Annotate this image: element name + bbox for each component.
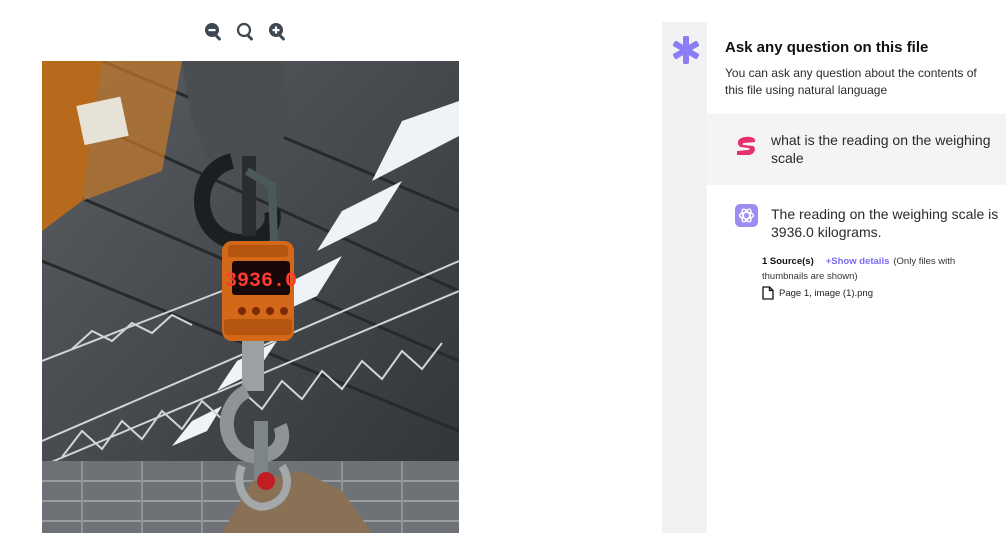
zoom-toolbar	[204, 22, 288, 42]
chat-panel: Ask any question on this file You can as…	[707, 22, 1006, 533]
source-file-item[interactable]: Page 1, image (1).png	[762, 286, 873, 300]
image-viewer[interactable]: 3936.0	[42, 61, 459, 533]
sources-info: 1 Source(s) +Show details (Only files with…	[762, 254, 1002, 284]
chat-title: Ask any question on this file	[725, 39, 929, 56]
zoom-reset-icon[interactable]	[236, 22, 256, 42]
zoom-out-icon[interactable]	[204, 22, 224, 42]
sources-count: 1 Source(s)	[762, 256, 814, 267]
source-file-label: Page 1, image (1).png	[779, 287, 874, 299]
zoom-in-icon[interactable]	[268, 22, 288, 42]
file-icon	[762, 286, 774, 300]
user-message: what is the reading on the weighing scal…	[707, 114, 1006, 185]
show-details-link[interactable]: +Show details	[826, 256, 890, 267]
assistant-logo-icon	[735, 204, 758, 227]
chat-gutter	[662, 22, 707, 533]
chat-subtitle: You can ask any question about the conte…	[725, 66, 977, 97]
assistant-message-text: The reading on the weighing scale is 393…	[771, 206, 999, 240]
scale-display-digits: 3936.0	[225, 270, 297, 293]
user-logo-icon	[737, 136, 755, 155]
user-message-text: what is the reading on the weighing scal…	[771, 132, 991, 166]
asterisk-logo-icon	[673, 36, 699, 64]
crane-scale-photo: 3936.0	[42, 61, 459, 533]
